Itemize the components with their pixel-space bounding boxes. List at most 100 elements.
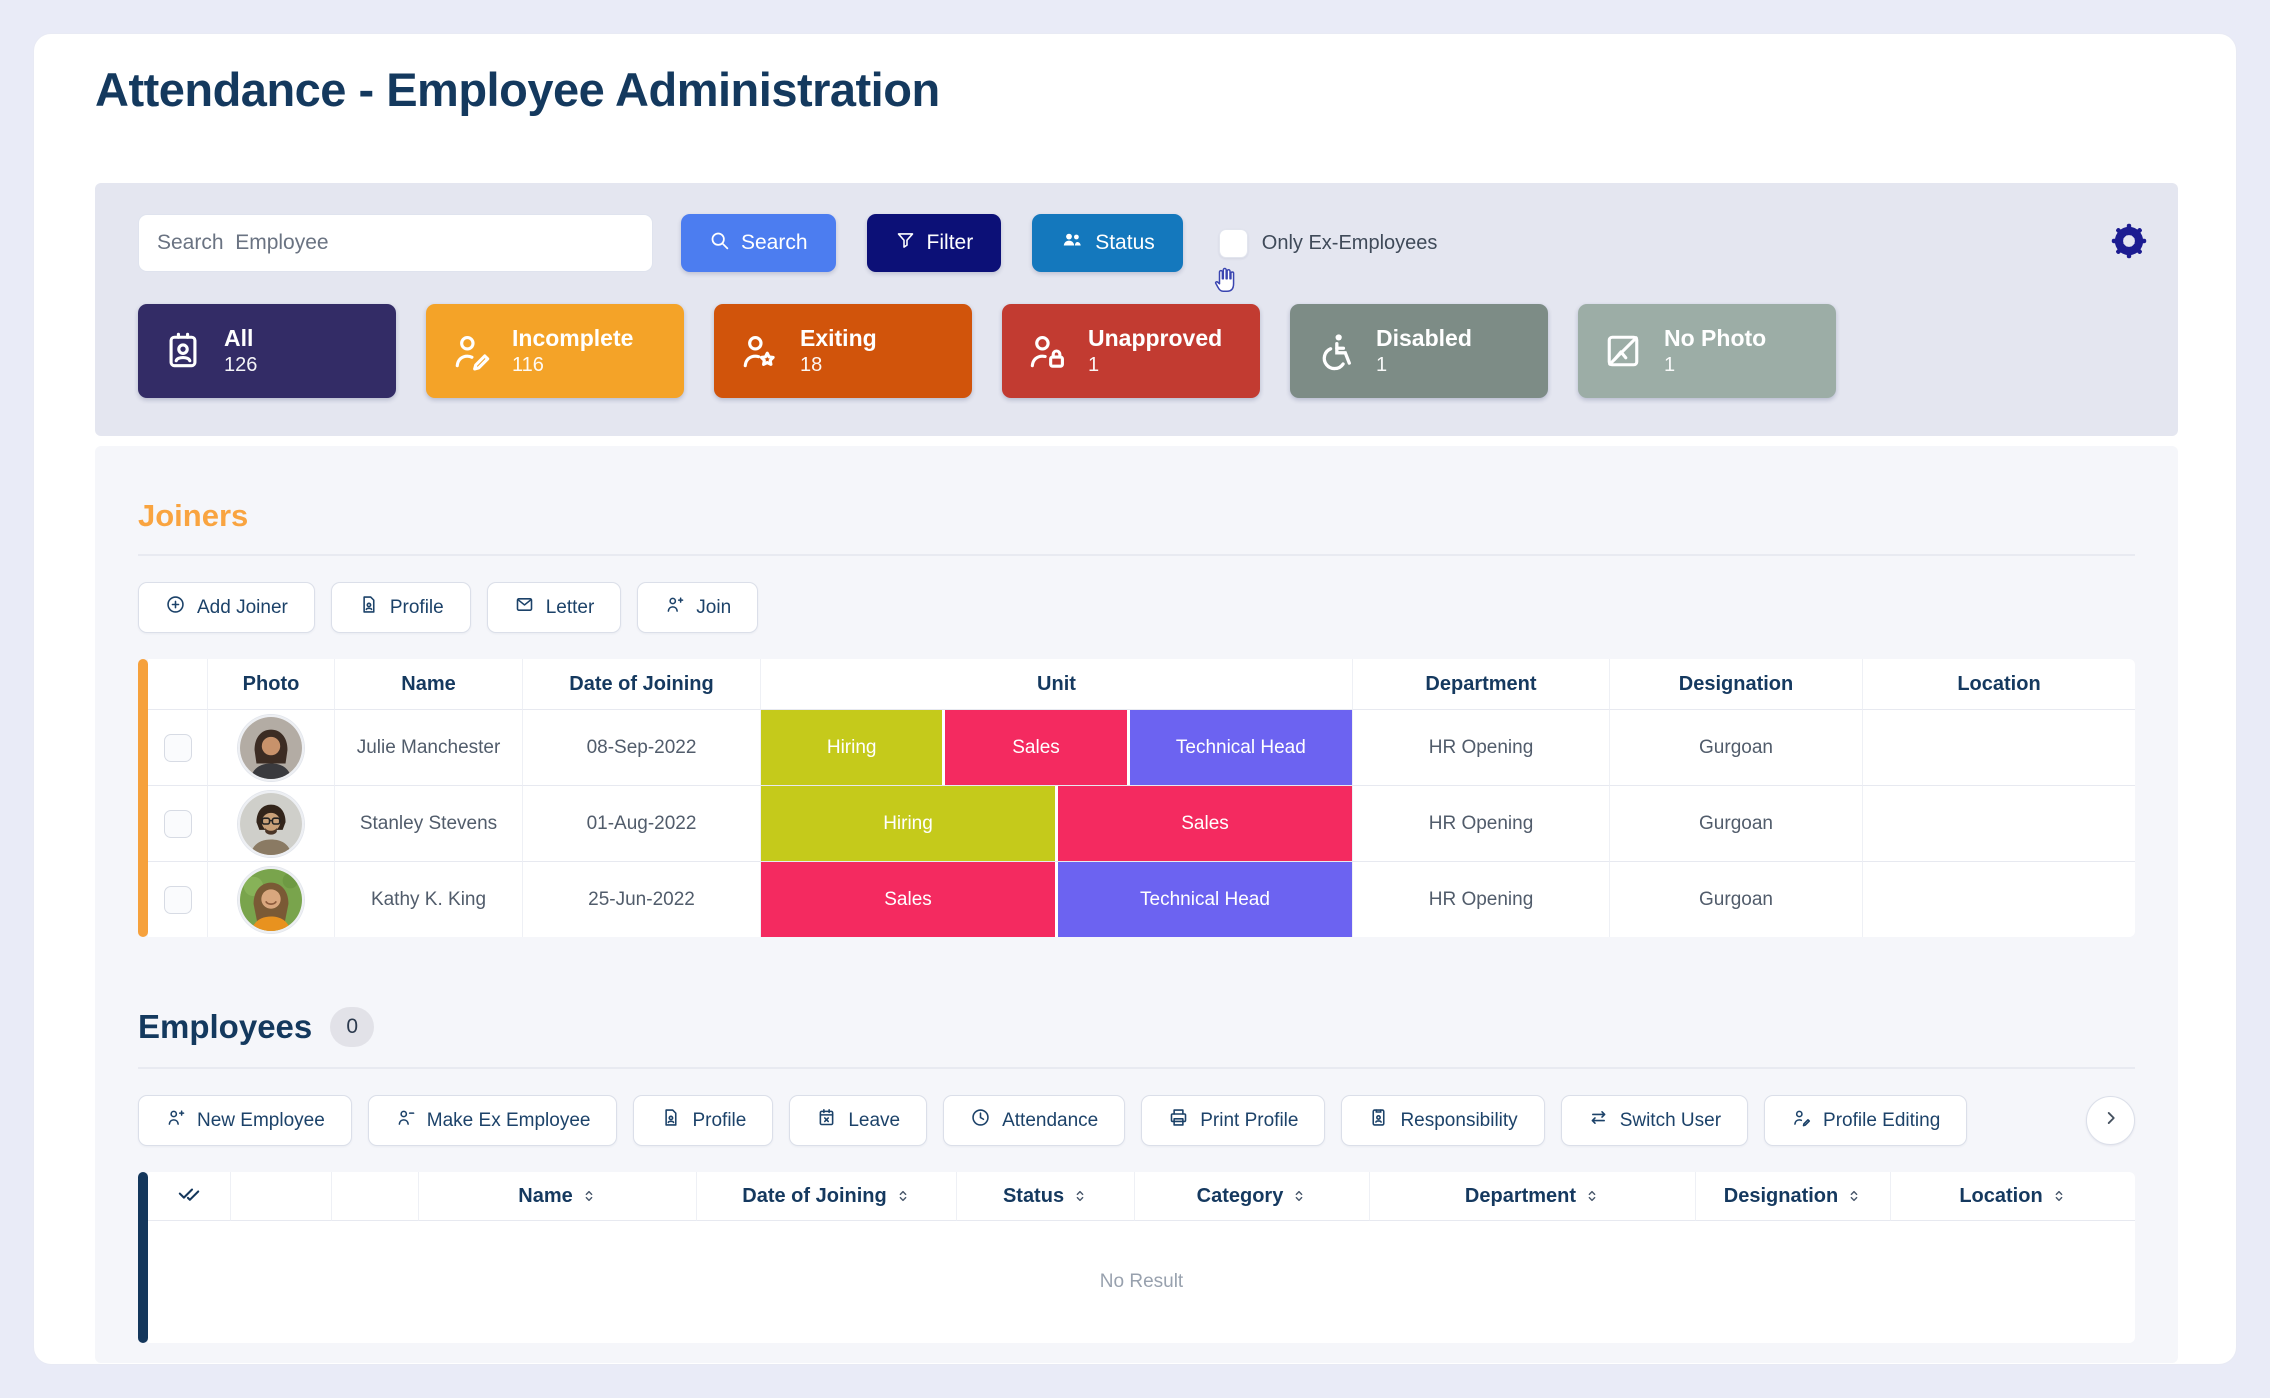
row-checkbox[interactable] [164,886,192,914]
new-employee-button[interactable]: New Employee [138,1095,352,1146]
cell-department: HR Opening [1353,786,1610,862]
make-ex-employee-button[interactable]: Make Ex Employee [368,1095,618,1146]
status-card-unapproved[interactable]: Unapproved 1 [1002,304,1260,398]
settings-button[interactable] [2106,220,2152,266]
table-row: Stanley Stevens 01-Aug-2022 Hiring Sales… [148,786,2135,862]
employees-heading: Employees [138,1008,312,1046]
col-location: Location [1863,659,2135,710]
double-check-icon [176,1180,202,1212]
status-button[interactable]: Status [1032,214,1183,272]
joiners-table: Photo Name Date of Joining Unit Departme… [138,659,2135,937]
status-card-no-photo[interactable]: No Photo 1 [1578,304,1836,398]
status-card-disabled[interactable]: Disabled 1 [1290,304,1548,398]
responsibility-button[interactable]: Responsibility [1341,1095,1544,1146]
person-edit-icon [448,328,494,374]
printer-icon [1168,1107,1189,1134]
person-minus-icon [395,1107,416,1134]
cell-designation: Gurgoan [1610,786,1863,862]
profile-doc-icon [358,594,379,621]
print-profile-button[interactable]: Print Profile [1141,1095,1325,1146]
search-input[interactable] [138,214,653,272]
only-ex-employees-checkbox[interactable] [1219,229,1248,258]
search-button[interactable]: Search [681,214,836,272]
unit-chip: Technical Head [1058,862,1352,937]
cell-location [1863,786,2135,862]
hand-cursor [1212,265,1242,295]
add-joiner-label: Add Joiner [197,597,288,619]
table-row: Kathy K. King 25-Jun-2022 Sales Technica… [148,862,2135,937]
status-card-count: 1 [1088,354,1222,377]
profile-doc-icon [660,1107,681,1134]
add-joiner-button[interactable]: Add Joiner [138,582,315,633]
app-background: Attendance - Employee Administration Sea… [0,0,2270,1398]
sort-icon[interactable] [895,1188,911,1204]
col-name: Name [335,659,523,710]
status-card-count: 1 [1664,354,1766,377]
col-date-of-joining[interactable]: Date of Joining [697,1172,957,1221]
cell-date: 25-Jun-2022 [523,862,761,937]
col-location[interactable]: Location [1891,1172,2135,1221]
employees-heading-row: Employees 0 [138,1007,2135,1047]
gear-icon [2107,219,2151,268]
avatar [238,867,304,933]
divider [138,1067,2135,1069]
employee-profile-button[interactable]: Profile [633,1095,773,1146]
sort-icon[interactable] [1584,1188,1600,1204]
select-all-header[interactable] [148,1172,231,1221]
status-card-exiting[interactable]: Exiting 18 [714,304,972,398]
avatar [238,715,304,781]
person-plus-icon [165,1107,186,1134]
make-ex-employee-label: Make Ex Employee [427,1110,591,1132]
letter-label: Letter [546,597,595,619]
sort-icon[interactable] [1072,1188,1088,1204]
status-card-label: Exiting [800,325,877,351]
letter-button[interactable]: Letter [487,582,622,633]
col-category[interactable]: Category [1135,1172,1370,1221]
row-checkbox[interactable] [164,810,192,838]
unit-chip: Sales [945,710,1126,785]
status-button-label: Status [1095,231,1155,255]
col-department[interactable]: Department [1370,1172,1696,1221]
cell-units: Sales Technical Head [761,862,1353,937]
id-card-icon [160,328,206,374]
status-card-incomplete[interactable]: Incomplete 116 [426,304,684,398]
person-plus-icon [664,594,685,621]
profile-editing-button[interactable]: Profile Editing [1764,1095,1967,1146]
employees-table-header: Name Date of Joining Status Categor [148,1172,2135,1221]
sort-icon[interactable] [581,1188,597,1204]
sort-icon[interactable] [2051,1188,2067,1204]
no-photo-icon [1600,328,1646,374]
calendar-x-icon [816,1107,837,1134]
cell-department: HR Opening [1353,710,1610,786]
attendance-button[interactable]: Attendance [943,1095,1125,1146]
join-button[interactable]: Join [637,582,758,633]
unit-chip: Sales [1058,786,1352,861]
col-status[interactable]: Status [957,1172,1135,1221]
joiner-profile-button[interactable]: Profile [331,582,471,633]
leave-button[interactable]: Leave [789,1095,927,1146]
col-name[interactable]: Name [419,1172,697,1221]
status-card-all[interactable]: All 126 [138,304,396,398]
unit-chip: Sales [761,862,1055,937]
employees-accent-bar [138,1172,148,1343]
col-designation[interactable]: Designation [1696,1172,1891,1221]
joiners-heading: Joiners [138,498,2135,534]
avatar [238,791,304,857]
cell-name: Stanley Stevens [335,786,523,862]
leave-label: Leave [848,1110,900,1132]
switch-user-button[interactable]: Switch User [1561,1095,1748,1146]
cell-location [1863,710,2135,786]
only-ex-employees-filter: Only Ex-Employees [1219,229,1438,258]
unit-chip: Hiring [761,786,1055,861]
sort-icon[interactable] [1291,1188,1307,1204]
more-actions-button[interactable] [2086,1096,2135,1145]
col-designation: Designation [1610,659,1863,710]
cell-name: Julie Manchester [335,710,523,786]
cell-designation: Gurgoan [1610,862,1863,937]
filter-button[interactable]: Filter [867,214,1002,272]
empty-state-text: No Result [148,1221,2135,1343]
status-card-count: 116 [512,354,633,377]
row-checkbox[interactable] [164,734,192,762]
badge-doc-icon [1368,1107,1389,1134]
sort-icon[interactable] [1846,1188,1862,1204]
